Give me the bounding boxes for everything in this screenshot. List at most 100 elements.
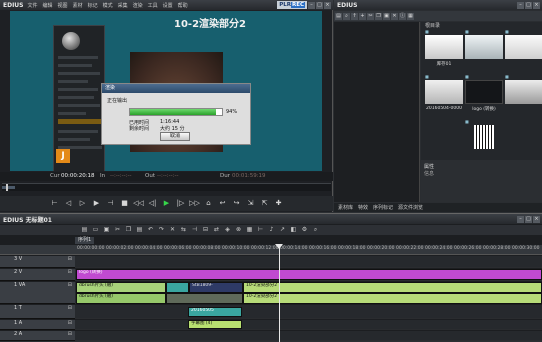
search-icon[interactable]: ⌕ xyxy=(343,12,350,20)
track-toggle-icon[interactable]: ⊟ xyxy=(68,269,72,275)
delete-icon[interactable]: ✕ xyxy=(168,226,177,234)
link-icon[interactable]: ⊗ xyxy=(234,226,243,234)
trim-icon[interactable]: ⊢ xyxy=(256,226,265,234)
timeline-clip[interactable]: StB1809- xyxy=(189,282,243,293)
menu-view[interactable]: 视图 xyxy=(58,2,68,9)
track-header-1t[interactable]: 1 T ⊟ xyxy=(0,305,75,319)
track-header-1va[interactable]: 1 VA ⊟ xyxy=(0,282,75,304)
track-lane-2a[interactable] xyxy=(75,331,542,341)
add-clip-icon[interactable]: + xyxy=(359,12,366,20)
new-sequence-icon[interactable]: ▤ xyxy=(80,226,89,234)
tab-effects[interactable]: 特效 xyxy=(358,204,368,211)
track-lane-1va[interactable]: dbrush片头 (磁) StB1809- 10-2渲染部分2 dbrush片头… xyxy=(75,282,542,304)
tab-bin[interactable]: 素材库 xyxy=(338,204,353,211)
menu-edit[interactable]: 编辑 xyxy=(43,2,53,9)
timeline-clip[interactable]: dbrush片头 (磁) xyxy=(76,282,166,293)
maximize-icon[interactable]: □ xyxy=(525,2,532,9)
bin-clip[interactable]: ■ xyxy=(465,29,503,67)
redo-icon[interactable]: ↷ xyxy=(157,226,166,234)
overwrite-icon[interactable]: ⇱ xyxy=(259,198,270,209)
cut-icon[interactable]: ✂ xyxy=(367,12,374,20)
next-edit-icon[interactable]: ▷ xyxy=(77,198,88,209)
group-icon[interactable]: ▦ xyxy=(245,226,254,234)
folder-icon[interactable]: ▤ xyxy=(335,12,342,20)
step-forward-icon[interactable]: |▷ xyxy=(175,198,186,209)
track-toggle-icon[interactable]: ⊟ xyxy=(68,256,72,262)
menu-clip[interactable]: 素材 xyxy=(73,2,83,9)
snap-icon[interactable]: ⊟ xyxy=(201,226,210,234)
up-folder-icon[interactable]: ↑ xyxy=(351,12,358,20)
track-lane-2v[interactable]: logo (转换) xyxy=(75,269,542,281)
step-back-icon[interactable]: ◁| xyxy=(147,198,158,209)
export-icon[interactable]: ↗ xyxy=(278,226,287,234)
timeline-audio-clip[interactable]: 10-2渲染部分2 xyxy=(243,293,542,304)
menu-marker[interactable]: 标记 xyxy=(88,2,98,9)
split-icon[interactable]: ⊣ xyxy=(190,226,199,234)
bin-clip[interactable]: ■ xyxy=(505,29,542,67)
cut-icon[interactable]: ✂ xyxy=(113,226,122,234)
time-ruler[interactable]: 00:00:00:00 00:00:02:00 00:00:04:00 00:0… xyxy=(75,245,542,255)
track-toggle-icon[interactable]: ⊟ xyxy=(68,305,72,311)
copy-icon[interactable]: ❐ xyxy=(124,226,133,234)
undo-icon[interactable]: ↩ xyxy=(217,198,228,209)
minimize-icon[interactable]: – xyxy=(517,2,524,9)
maximize-icon[interactable]: □ xyxy=(525,216,532,223)
track-toggle-icon[interactable]: ⊟ xyxy=(68,320,72,326)
paste-icon[interactable]: ▣ xyxy=(383,12,390,20)
properties-icon[interactable]: ⓘ xyxy=(399,12,406,20)
bin-folder-tree[interactable] xyxy=(334,22,420,202)
timeline-clip[interactable]: 字幕图 (4) xyxy=(188,320,242,329)
marker-icon[interactable]: ◈ xyxy=(223,226,232,234)
copy-icon[interactable]: ❐ xyxy=(375,12,382,20)
sequence-tab[interactable]: 序列1 xyxy=(75,237,95,244)
paste-icon[interactable]: ▤ xyxy=(135,226,144,234)
save-icon[interactable]: ▣ xyxy=(102,226,111,234)
menu-capture[interactable]: 采集 xyxy=(118,2,128,9)
timeline-clip[interactable]: 10-2渲染部分2 xyxy=(243,282,542,293)
track-lane-1t[interactable]: 20160505 xyxy=(75,305,542,319)
bin-clip[interactable]: ■ 库存01 xyxy=(425,29,463,67)
insert-icon[interactable]: ⇲ xyxy=(245,198,256,209)
timeline-clip[interactable] xyxy=(166,282,189,293)
bin-clip[interactable]: ■ xyxy=(505,74,542,112)
timeline-clip[interactable]: logo (转换) xyxy=(76,269,542,280)
close-icon[interactable]: × xyxy=(533,2,540,9)
menu-mode[interactable]: 模式 xyxy=(103,2,113,9)
menu-render[interactable]: 渲染 xyxy=(133,2,143,9)
ripple-icon[interactable]: ⇆ xyxy=(179,226,188,234)
audio-icon[interactable]: ♪ xyxy=(267,226,276,234)
delete-icon[interactable]: ✕ xyxy=(391,12,398,20)
menu-settings[interactable]: 设置 xyxy=(163,2,173,9)
fast-forward-icon[interactable]: ▷▷ xyxy=(189,198,200,209)
add-marker-icon[interactable]: ✚ xyxy=(273,198,284,209)
bin-clip[interactable]: ■ 20160504-0000 xyxy=(425,74,463,112)
undo-icon[interactable]: ↶ xyxy=(146,226,155,234)
stop-icon[interactable]: ■ xyxy=(119,198,130,209)
bin-clip[interactable]: ■ xyxy=(465,119,503,157)
timeline-audio-clip[interactable]: dbrush片头 (磁) xyxy=(76,293,166,304)
track-header-2a[interactable]: 2 A ⊟ xyxy=(0,331,75,341)
track-header-1a[interactable]: 1 A ⊟ xyxy=(0,320,75,330)
play-to-out-icon[interactable]: ▶ xyxy=(91,198,102,209)
redo-icon[interactable]: ↪ xyxy=(231,198,242,209)
track-toggle-icon[interactable]: ⊟ xyxy=(68,282,72,288)
track-lane-1a[interactable]: 字幕图 (4) xyxy=(75,320,542,330)
minimize-icon[interactable]: – xyxy=(308,2,315,9)
position-scrubber[interactable] xyxy=(2,183,331,191)
track-header-2v[interactable]: 2 V ⊟ xyxy=(0,269,75,281)
menu-tools[interactable]: 工具 xyxy=(148,2,158,9)
tab-source-browser[interactable]: 源文件浏览 xyxy=(398,204,423,211)
tab-sequence-markers[interactable]: 序列标记 xyxy=(373,204,393,211)
timeline-title-clip[interactable]: 20160505 xyxy=(188,307,242,317)
cancel-button[interactable]: 取消 xyxy=(160,132,190,141)
render-icon[interactable]: ◧ xyxy=(289,226,298,234)
track-lane-3v[interactable] xyxy=(75,256,542,268)
menu-help[interactable]: 帮助 xyxy=(178,2,188,9)
set-in-icon[interactable]: ⊢ xyxy=(49,198,60,209)
set-out-icon[interactable]: ⊣ xyxy=(105,198,116,209)
scrubber-handle[interactable] xyxy=(6,184,8,191)
menu-file[interactable]: 文件 xyxy=(28,2,38,9)
rec-label[interactable]: REC xyxy=(290,2,305,8)
prev-edit-icon[interactable]: ◁ xyxy=(63,198,74,209)
rewind-icon[interactable]: ◁◁ xyxy=(133,198,144,209)
